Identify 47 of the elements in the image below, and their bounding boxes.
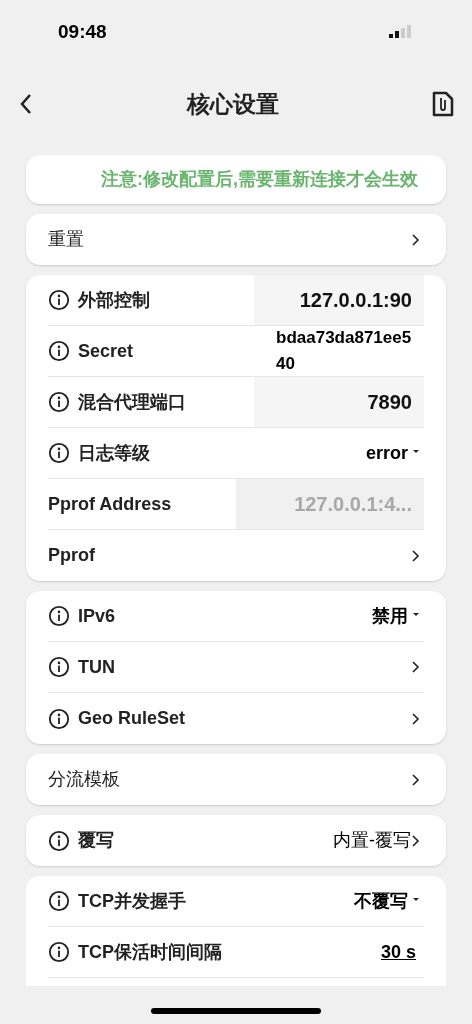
input-field[interactable]: 7890	[254, 377, 424, 427]
row-label: IPv6	[78, 604, 116, 628]
back-icon[interactable]	[18, 92, 34, 116]
row-label: Pprof	[48, 544, 95, 567]
row-label: Geo RuleSet	[78, 707, 186, 730]
info-icon[interactable]	[48, 707, 70, 730]
chevron-icon	[411, 711, 420, 726]
input-field[interactable]: 127.0.0.1:90	[254, 275, 424, 325]
info-icon[interactable]	[48, 941, 70, 963]
caret-icon	[412, 611, 420, 617]
secret-value: bdaa73da871ee540	[276, 327, 413, 375]
info-icon[interactable]	[48, 442, 70, 464]
chevron-icon	[411, 548, 420, 563]
dropdown-button[interactable]: 禁用	[372, 602, 420, 630]
info-icon[interactable]	[48, 340, 70, 362]
row-label: Secret	[78, 339, 134, 363]
signal-icon	[388, 24, 414, 40]
row-label: 覆写	[78, 829, 114, 852]
row-label: TCP并发握手	[78, 889, 186, 913]
row-label: 混合代理端口	[78, 390, 186, 414]
clipboard-icon[interactable]	[432, 91, 454, 117]
info-icon[interactable]	[48, 289, 70, 311]
info-icon[interactable]	[48, 605, 70, 627]
row-label: 分流模板	[48, 768, 120, 791]
row-label: TUN	[78, 655, 115, 679]
info-icon[interactable]	[48, 391, 70, 413]
info-icon[interactable]	[48, 829, 70, 852]
row-label: 重置	[48, 228, 84, 251]
page-title: 核心设置	[187, 89, 279, 119]
row-label: TCP保活时间间隔	[78, 940, 222, 964]
info-icon[interactable]	[48, 890, 70, 912]
row-value: 内置-覆写	[333, 829, 411, 852]
chevron-icon	[411, 833, 420, 848]
chevron-icon	[411, 772, 420, 787]
row-label: 日志等级	[78, 441, 150, 465]
status-time: 09:48	[58, 19, 107, 44]
chevron-icon	[411, 232, 420, 247]
notice-card: 注意:修改配置后,需要重新连接才会生效	[26, 155, 446, 204]
caret-icon	[412, 896, 420, 902]
dropdown-button[interactable]: error	[365, 439, 420, 467]
info-icon[interactable]	[48, 656, 70, 678]
chevron-icon	[411, 660, 420, 674]
row-label: Pprof Address	[48, 492, 172, 516]
row-label: 外部控制	[78, 288, 150, 312]
interval-value[interactable]: 30 s	[380, 938, 416, 966]
dropdown-button[interactable]: 不覆写	[354, 887, 420, 915]
caret-icon	[412, 448, 420, 454]
